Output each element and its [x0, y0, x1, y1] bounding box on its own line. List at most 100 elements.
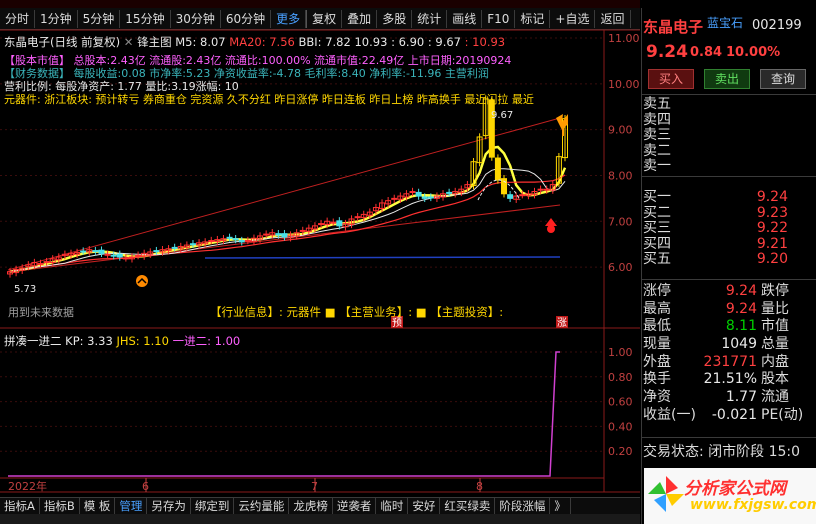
bid-price[interactable]: 9.24 — [757, 189, 788, 206]
mark-button[interactable]: 标记 — [515, 9, 551, 28]
candle-body — [244, 240, 251, 243]
stat-label: 净资 — [643, 389, 671, 406]
concept-line: 元器件: 浙江板块: 预计转亏 券商重仓 完资源 久不分红 昨日涨停 昨日连板 … — [4, 93, 534, 106]
theme-label: 【主题投资】: — [430, 305, 504, 319]
candle-body — [299, 229, 306, 232]
ask-row: 卖一 — [643, 158, 788, 175]
stats-button[interactable]: 统计 — [412, 9, 448, 28]
price-tick-label: 10.00 — [608, 78, 640, 91]
date-label-year: 2022年 — [8, 479, 47, 493]
jhs-value: JHS: 1.10 — [116, 334, 169, 348]
tab-more[interactable]: 更多 — [271, 9, 307, 28]
stat-row: 涨停 9.24 跌停 — [643, 283, 813, 301]
bid-label: 买四 — [643, 235, 671, 252]
divider — [641, 279, 816, 280]
f10-button[interactable]: F10 — [482, 9, 516, 28]
tab-bind-to[interactable]: 绑定到 — [191, 498, 235, 514]
square-icon: ■ — [324, 305, 340, 319]
bid-row: 买四 9.21 — [643, 235, 788, 253]
sub-indicator-lines — [8, 351, 560, 477]
bid-price[interactable]: 9.22 — [757, 220, 788, 237]
candle-body — [336, 220, 343, 227]
sector-info: 【行业信息】: 元器件 ■ 【主营业务】: ■ 【主题投资】: — [210, 304, 503, 320]
stat-label-right: 总量 — [761, 336, 789, 353]
sub-tick-label: 0.60 — [608, 396, 633, 409]
tab-15min[interactable]: 15分钟 — [120, 9, 171, 28]
value-1: 10.93 — [354, 35, 388, 49]
price-change-pct: 10.00% — [726, 45, 781, 60]
candle-body — [519, 194, 526, 197]
tab-save-as[interactable]: 另存为 — [147, 498, 191, 514]
bid-book: 买一 9.24 买二 9.23 买三 9.22 买四 9.21 买五 9.20 — [643, 189, 788, 268]
close-x-icon[interactable]: ✕ — [124, 35, 134, 49]
sub-indicator-name[interactable]: 拼凑一进二 — [4, 334, 62, 348]
tab-fenshi[interactable]: 分时 — [0, 9, 36, 28]
high-price-label: 9.67 — [491, 110, 513, 121]
tab-manage[interactable]: 管理 — [115, 498, 148, 514]
tab-5min[interactable]: 5分钟 — [78, 9, 121, 28]
tab-temporary[interactable]: 临时 — [376, 498, 409, 514]
candle-body — [263, 233, 270, 236]
tab-indicator-a[interactable]: 指标A — [0, 498, 40, 514]
overlay-button[interactable]: 叠加 — [342, 9, 378, 28]
tabs-more-chevron-icon[interactable]: 》 — [550, 498, 571, 514]
fuquan-button[interactable]: 复权 — [306, 9, 343, 28]
buy-button[interactable]: 买入 — [648, 69, 694, 89]
candle-body — [427, 196, 434, 199]
sub-tick-label: 0.80 — [608, 371, 633, 384]
price-change: 0.84 — [690, 45, 723, 60]
stat-label-right: 跌停 — [761, 283, 789, 299]
bid-price[interactable]: 9.21 — [757, 236, 788, 253]
stat-label: 最低 — [643, 318, 671, 335]
tab-indicator-b[interactable]: 指标B — [40, 498, 80, 514]
bid-row: 买一 9.24 — [643, 189, 788, 206]
indicator-tag[interactable]: 锋主图 — [137, 35, 172, 49]
tab-red-buy-green-sell[interactable]: 红买绿卖 — [440, 498, 496, 514]
ask-row: 卖五 — [643, 96, 788, 113]
stat-row: 收益(一) -0.021 PE(动) — [643, 407, 813, 425]
add-watchlist-button[interactable]: +自选 — [550, 9, 596, 28]
back-button[interactable]: 返回 — [595, 9, 631, 28]
tab-1min[interactable]: 1分钟 — [35, 9, 78, 28]
bid-price[interactable]: 9.20 — [757, 251, 788, 268]
tab-30min[interactable]: 30分钟 — [171, 9, 221, 28]
concept-tag[interactable]: 蓝宝石 — [707, 14, 743, 31]
date-label-7: 7 — [311, 480, 318, 493]
candle-body — [135, 254, 142, 257]
support-line — [204, 256, 561, 259]
tab-stage-gain[interactable]: 阶段涨幅 — [495, 498, 551, 514]
stat-label-right: 量比 — [761, 300, 789, 317]
query-button[interactable]: 查询 — [760, 69, 806, 89]
price-axis: 11.00 10.00 9.00 8.00 7.00 6.00 — [608, 32, 640, 274]
stat-label-right: 股本 — [761, 371, 789, 388]
stock-period-label: 东晶电子(日线 前复权) — [4, 35, 121, 49]
candle-body — [116, 253, 123, 258]
date-label-6: 6 — [142, 480, 149, 493]
yijiner-line — [8, 351, 560, 477]
tab-60min[interactable]: 60分钟 — [221, 9, 272, 28]
candle-body — [318, 223, 325, 226]
multi-stock-button[interactable]: 多股 — [377, 9, 413, 28]
tab-cloud-volume[interactable]: 云约量能 — [234, 498, 290, 514]
sell-button[interactable]: 卖出 — [704, 69, 750, 89]
stat-row: 最高 9.24 量比 — [643, 301, 813, 319]
candle-body — [232, 238, 239, 241]
draw-line-button[interactable]: 画线 — [447, 9, 483, 28]
stat-value: 9.24 — [725, 283, 757, 299]
tab-template[interactable]: 模 板 — [80, 498, 116, 514]
horizontal-scrollbar[interactable] — [0, 514, 640, 524]
tab-dragon-tiger[interactable]: 龙虎榜 — [289, 498, 333, 514]
tab-anhao[interactable]: 安好 — [408, 498, 441, 514]
period-toolbar: 分时 1分钟 5分钟 15分钟 30分钟 60分钟 更多 复权 叠加 多股 统计… — [0, 8, 640, 30]
ask-row: 卖三 — [643, 127, 788, 144]
candle-body — [275, 233, 282, 236]
candle-body — [104, 253, 111, 256]
ma10-line — [9, 168, 566, 273]
candle-body — [238, 240, 245, 243]
bid-price[interactable]: 9.23 — [757, 205, 788, 222]
sub-indicator-header: 拼凑一进二 KP: 3.33 JHS: 1.10 一进二: 1.00 — [4, 333, 240, 349]
indicator-tabbar: 指标A 指标B 模 板 管理 另存为 绑定到 云约量能 龙虎榜 逆袭者 临时 安… — [0, 497, 640, 514]
tab-comeback[interactable]: 逆袭者 — [333, 498, 377, 514]
price-tick-label: 7.00 — [608, 215, 633, 228]
fundamental-info: 【股本市值】 总股本:2.43亿 流通股:2.43亿 流通比:100.00% 流… — [4, 54, 594, 106]
